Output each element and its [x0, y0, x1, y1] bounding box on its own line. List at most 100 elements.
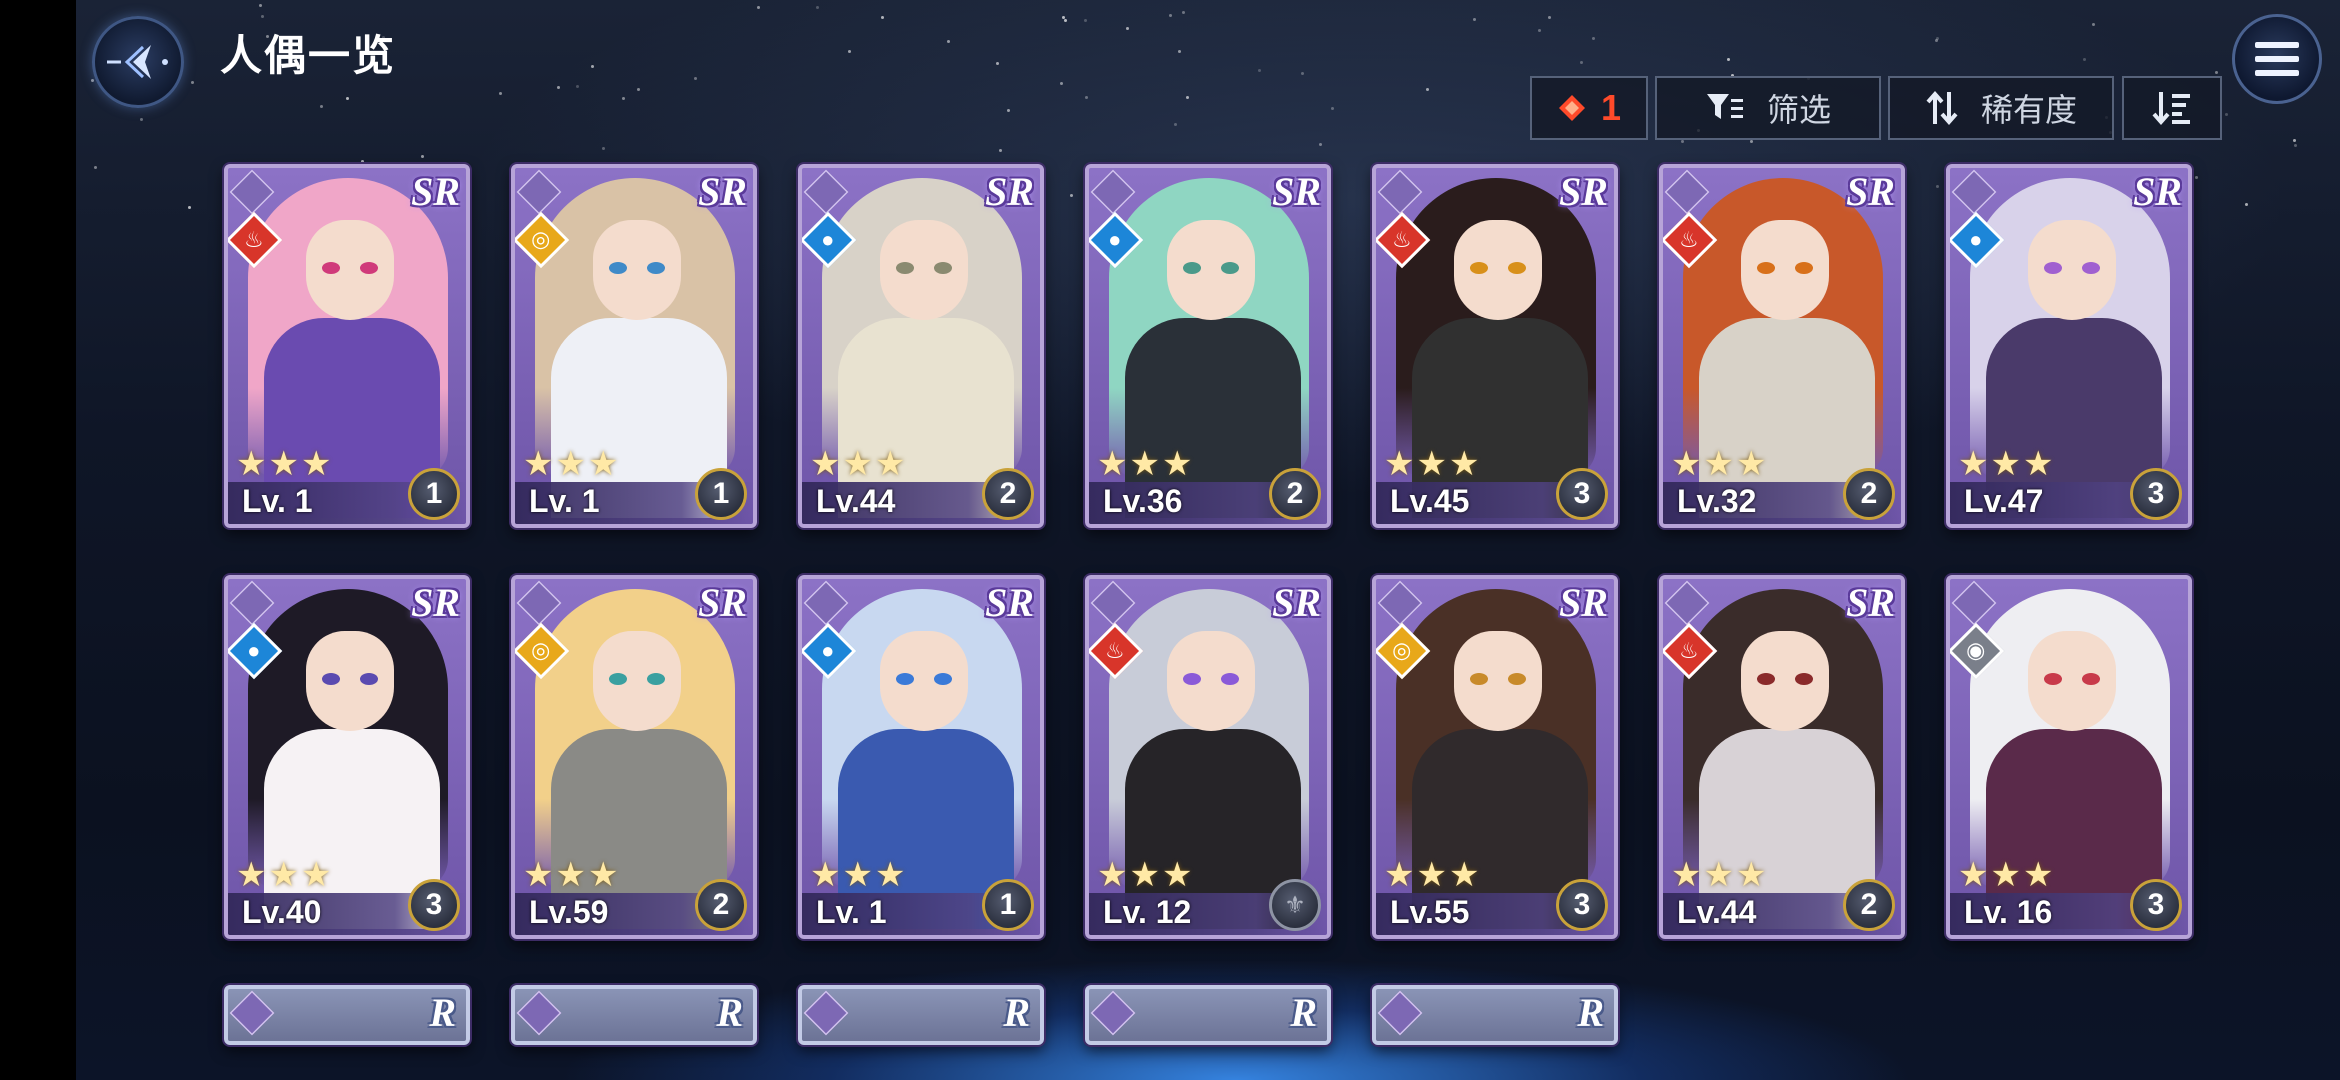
portrait-eye [1795, 262, 1813, 274]
portrait-eye [1470, 262, 1488, 274]
awaken-badge: 3 [2130, 879, 2182, 931]
portrait-eye [360, 673, 378, 685]
rarity-badge: SR [698, 169, 747, 214]
doll-card[interactable]: SR ◎ ★★★ Lv.55 3 [1372, 575, 1618, 939]
portrait-face [2028, 631, 2116, 731]
portrait-eye [1183, 262, 1201, 274]
awaken-badge: 3 [2130, 468, 2182, 520]
portrait-eye [322, 673, 340, 685]
star-rating: ★★★ [1671, 445, 1769, 483]
portrait-eye [609, 673, 627, 685]
rarity-badge: SR [1559, 580, 1608, 625]
doll-card-grid: SR ♨ ★★★ Lv. 1 1 SR ◎ ★★★ Lv. 1 1 SR ● ★★★ Lv.44 2 SR ● ★… [0, 0, 2340, 1080]
portrait-face [306, 631, 394, 731]
doll-card-partial[interactable]: R [511, 985, 757, 1045]
portrait-eye [934, 262, 952, 274]
rarity-badge: SR [1272, 169, 1321, 214]
level-label: Lv. 12 [1103, 894, 1192, 930]
portrait-face [880, 631, 968, 731]
rarity-badge: SR [985, 169, 1034, 214]
doll-card[interactable]: SR ♨ ★★★ Lv.45 3 [1372, 164, 1618, 528]
portrait-eye [1757, 673, 1775, 685]
portrait-eye [1795, 673, 1813, 685]
portrait-eye [1183, 673, 1201, 685]
portrait-eye [1757, 262, 1775, 274]
rarity-badge: R [716, 990, 743, 1035]
level-label: Lv.59 [529, 894, 609, 930]
game-screen: 人偶一览 1 筛选 稀有度 SR ♨ ★★★ Lv. 1 1 SR ◎ ★★★ … [0, 0, 2340, 1080]
star-rating: ★★★ [1958, 445, 2056, 483]
doll-card[interactable]: ◉ ★★★ Lv. 16 3 [1946, 575, 2192, 939]
doll-card-partial[interactable]: R [1372, 985, 1618, 1045]
awaken-badge: 3 [408, 879, 460, 931]
rarity-badge: SR [411, 169, 460, 214]
doll-card[interactable]: SR ◎ ★★★ Lv. 11 [511, 164, 757, 528]
rarity-badge: SR [1846, 580, 1895, 625]
star-rating: ★★★ [236, 856, 334, 894]
rarity-badge: SR [698, 580, 747, 625]
class-icon [803, 990, 849, 1036]
portrait-eye [647, 262, 665, 274]
doll-card[interactable]: SR ● ★★★ Lv.44 2 [798, 164, 1044, 528]
doll-card[interactable]: SR ♨ ★★★ Lv. 11 [224, 164, 470, 528]
class-icon [229, 990, 275, 1036]
star-rating: ★★★ [1384, 856, 1482, 894]
rarity-badge: SR [1559, 169, 1608, 214]
portrait-eye [896, 262, 914, 274]
rarity-badge: R [1290, 990, 1317, 1035]
doll-card[interactable]: SR ● ★★★ Lv. 11 [798, 575, 1044, 939]
level-label: Lv.36 [1103, 483, 1183, 519]
portrait-eye [1508, 262, 1526, 274]
portrait-face [593, 220, 681, 320]
awaken-badge: 2 [1269, 468, 1321, 520]
awaken-badge: 2 [982, 468, 1034, 520]
doll-card-partial[interactable]: R [224, 985, 470, 1045]
class-icon [1090, 990, 1136, 1036]
rarity-badge: SR [1846, 169, 1895, 214]
doll-card[interactable]: SR ● ★★★ Lv.40 3 [224, 575, 470, 939]
star-rating: ★★★ [523, 856, 621, 894]
portrait-face [1454, 220, 1542, 320]
portrait-eye [2044, 673, 2062, 685]
doll-card[interactable]: SR ♨ ★★★ Lv.44 2 [1659, 575, 1905, 939]
portrait-eye [647, 673, 665, 685]
level-label: Lv. 1 [242, 483, 313, 519]
awaken-badge: 3 [1556, 879, 1608, 931]
doll-card[interactable]: SR ● ★★★ Lv.47 3 [1946, 164, 2192, 528]
awaken-badge: 1 [408, 468, 460, 520]
portrait-eye [2082, 673, 2100, 685]
level-label: Lv.44 [1677, 894, 1757, 930]
level-label: Lv. 1 [816, 894, 887, 930]
portrait-eye [1221, 262, 1239, 274]
doll-card[interactable]: SR ● ★★★ Lv.36 2 [1085, 164, 1331, 528]
portrait-face [1741, 220, 1829, 320]
star-rating: ★★★ [236, 445, 334, 483]
doll-card-partial[interactable]: R [798, 985, 1044, 1045]
star-rating: ★★★ [1097, 856, 1195, 894]
level-label: Lv.45 [1390, 483, 1470, 519]
doll-card[interactable]: SR ◎ ★★★ Lv.59 2 [511, 575, 757, 939]
rarity-badge: R [1003, 990, 1030, 1035]
class-icon [516, 990, 562, 1036]
awaken-badge: 1 [982, 879, 1034, 931]
portrait-eye [896, 673, 914, 685]
level-label: Lv.32 [1677, 483, 1757, 519]
awaken-badge: 1 [695, 468, 747, 520]
portrait-face [880, 220, 968, 320]
star-rating: ★★★ [1097, 445, 1195, 483]
doll-card[interactable]: SR ♨ ★★★ Lv.32 2 [1659, 164, 1905, 528]
rarity-badge: SR [2133, 169, 2182, 214]
star-rating: ★★★ [523, 445, 621, 483]
star-rating: ★★★ [810, 856, 908, 894]
level-label: Lv.47 [1964, 483, 2044, 519]
portrait-face [1167, 220, 1255, 320]
doll-card-partial[interactable]: R [1085, 985, 1331, 1045]
portrait-eye [1221, 673, 1239, 685]
portrait-face [306, 220, 394, 320]
doll-card[interactable]: SR ♨ ★★★ Lv. 12 ⚜ [1085, 575, 1331, 939]
portrait-face [593, 631, 681, 731]
portrait-eye [609, 262, 627, 274]
portrait-face [1167, 631, 1255, 731]
awaken-badge: 2 [695, 879, 747, 931]
rarity-badge: R [1577, 990, 1604, 1035]
